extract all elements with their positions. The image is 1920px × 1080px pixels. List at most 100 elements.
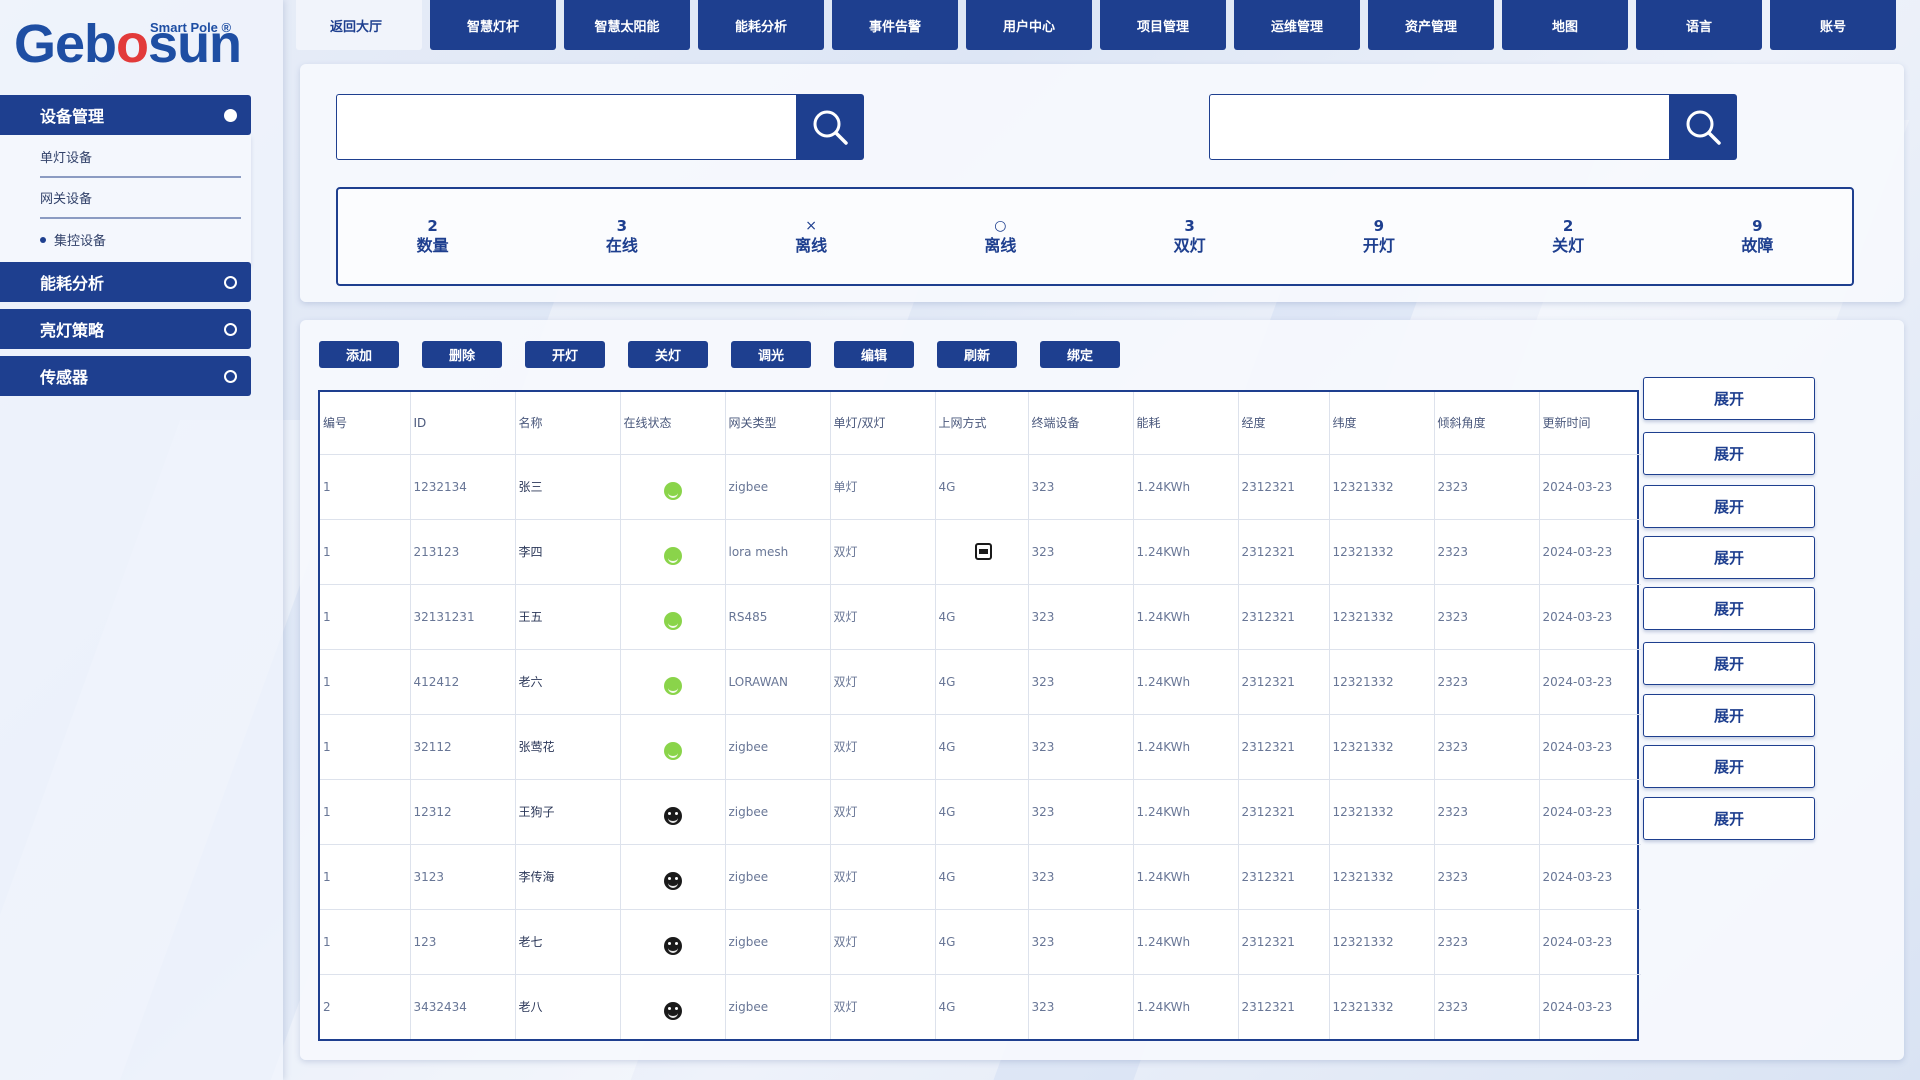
sidebar-item-central-control[interactable]: 集控设备 [40,219,241,260]
cell-id: 32131231 [410,583,516,649]
cell-lat: 12321332 [1329,908,1435,974]
cell-id: 213123 [410,518,516,584]
cell-gateway: zigbee [725,453,831,519]
tab-back-to-hall[interactable]: 返回大厅 [296,0,422,50]
edit-button[interactable]: 编辑 [834,341,914,368]
stat-offline-x[interactable]: × 离线 [717,189,906,284]
nav-indicator-icon [224,275,237,289]
table-row[interactable]: 1 123 老七 zigbee 双灯 4G 323 1.24KWh 2312321 1232133… [320,908,1641,974]
expand-button[interactable]: 展开 [1643,642,1815,685]
nav-group-energy: 能耗分析 [0,262,251,302]
sidebar-item-single-lamp[interactable]: 单灯设备 [40,137,241,178]
tab-smart-pole[interactable]: 智慧灯杆 [430,0,556,50]
expand-button[interactable]: 展开 [1643,377,1815,420]
cell-gateway: zigbee [725,908,831,974]
table-row[interactable]: 1 1232134 张三 zigbee 单灯 4G 323 1.24KWh 2312321 123… [320,453,1641,519]
tab-user-center[interactable]: 用户中心 [966,0,1092,50]
refresh-button[interactable]: 刷新 [937,341,1017,368]
nav-head-device-management[interactable]: 设备管理 [0,95,251,135]
col-header-energy: 能耗 [1133,392,1239,454]
expand-button[interactable]: 展开 [1643,485,1815,528]
device-table: 编号 ID 名称 在线状态 网关类型 单灯/双灯 上网方式 终端设备 能耗 经度 纬度 倾斜角度 更新时… [318,390,1641,1041]
stat-online[interactable]: 3 在线 [527,189,716,284]
cell-online-status [620,973,726,1039]
cell-no: 1 [320,583,411,649]
stat-label: 在线 [605,235,638,255]
tab-event-alarm[interactable]: 事件告警 [832,0,958,50]
nav-head-sensor[interactable]: 传感器 [0,356,251,396]
stat-count[interactable]: 2 数量 [338,189,527,284]
cell-tilt: 2323 [1434,908,1540,974]
sidebar-item-gateway[interactable]: 网关设备 [40,178,241,219]
delete-button[interactable]: 删除 [422,341,502,368]
add-button[interactable]: 添加 [319,341,399,368]
table-row[interactable]: 1 3123 李传海 zigbee 双灯 4G 323 1.24KWh 2312321 12321… [320,843,1641,909]
tab-account[interactable]: 账号 [1770,0,1896,50]
cell-lat: 12321332 [1329,453,1435,519]
tab-operations[interactable]: 运维管理 [1234,0,1360,50]
cell-lng: 2312321 [1238,973,1330,1039]
sidebar-item-label: 集控设备 [54,234,107,249]
expand-button[interactable]: 展开 [1643,694,1815,737]
active-bullet-icon [40,236,46,243]
cell-net: 4G [935,453,1029,519]
table-row[interactable]: 1 12312 王狗子 zigbee 双灯 4G 323 1.24KWh 2312321 1232… [320,778,1641,844]
brand-logo: Gebosun Smart Pole ® [14,14,254,74]
lights-on-button[interactable]: 开灯 [525,341,605,368]
table-row[interactable]: 1 32112 张莺花 zigbee 双灯 4G 323 1.24KWh 2312321 1232… [320,713,1641,779]
stat-fault[interactable]: 9 故障 [1663,189,1852,284]
cell-gateway: zigbee [725,843,831,909]
cell-lat: 12321332 [1329,583,1435,649]
tab-language[interactable]: 语言 [1636,0,1762,50]
table-row[interactable]: 1 412412 老六 LORAWAN 双灯 4G 323 1.24KWh 2312321 123… [320,648,1641,714]
stat-offline-circle[interactable]: ○ 离线 [906,189,1095,284]
table-row[interactable]: 2 3432434 老八 zigbee 双灯 4G 323 1.24KWh 2312321 123… [320,973,1641,1039]
expand-button[interactable]: 展开 [1643,797,1815,840]
cell-energy: 1.24KWh [1133,713,1239,779]
cell-lng: 2312321 [1238,843,1330,909]
cell-id: 1232134 [410,453,516,519]
col-header-latitude: 纬度 [1329,392,1435,454]
stat-lights-off[interactable]: 2 关灯 [1474,189,1663,284]
search-button-right[interactable] [1669,94,1737,160]
cell-energy: 1.24KWh [1133,648,1239,714]
cell-online-status [620,648,726,714]
cell-lng: 2312321 [1238,778,1330,844]
tab-smart-solar[interactable]: 智慧太阳能 [564,0,690,50]
cell-network [935,518,1029,584]
cell-no: 1 [320,843,411,909]
stat-value: 3 [1184,216,1195,235]
cell-tilt: 2323 [1434,973,1540,1039]
cell-net: 4G [935,648,1029,714]
cell-terminal: 323 [1028,518,1134,584]
stat-lights-on[interactable]: 9 开灯 [1284,189,1473,284]
tab-map[interactable]: 地图 [1502,0,1628,50]
search-icon [813,110,848,145]
expand-button[interactable]: 展开 [1643,536,1815,579]
table-row[interactable]: 1 32131231 王五 RS485 双灯 4G 323 1.24KWh 2312321 123… [320,583,1641,649]
expand-button[interactable]: 展开 [1643,745,1815,788]
table-row[interactable]: 1 213123 李四 lora mesh 双灯 323 1.24KWh 2312321 123… [320,518,1641,584]
dimming-button[interactable]: 调光 [731,341,811,368]
col-header-gateway-type: 网关类型 [725,392,831,454]
tab-energy-analysis[interactable]: 能耗分析 [698,0,824,50]
search-button-left[interactable] [796,94,864,160]
cell-lat: 12321332 [1329,843,1435,909]
tab-asset-management[interactable]: 资产管理 [1368,0,1494,50]
lights-off-button[interactable]: 关灯 [628,341,708,368]
nav-head-energy[interactable]: 能耗分析 [0,262,251,302]
cell-updated: 2024-03-23 [1539,778,1641,844]
bind-button[interactable]: 绑定 [1040,341,1120,368]
expand-button[interactable]: 展开 [1643,587,1815,630]
smiley-online-icon [663,546,682,565]
nav-head-lighting-strategy[interactable]: 亮灯策略 [0,309,251,349]
col-header-terminal: 终端设备 [1028,392,1134,454]
cell-gateway: zigbee [725,778,831,844]
search-input-left[interactable] [336,94,796,160]
search-input-right[interactable] [1209,94,1669,160]
tab-project-management[interactable]: 项目管理 [1100,0,1226,50]
expand-button[interactable]: 展开 [1643,432,1815,475]
cell-gateway: RS485 [725,583,831,649]
stat-double-lamp[interactable]: 3 双灯 [1095,189,1284,284]
cell-name: 老八 [515,973,621,1039]
